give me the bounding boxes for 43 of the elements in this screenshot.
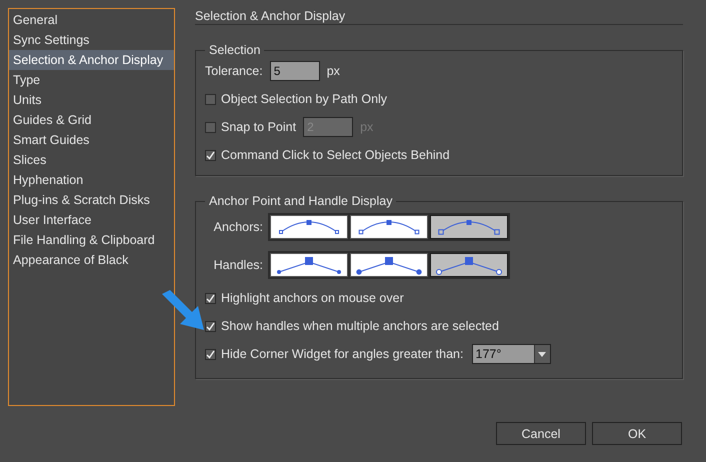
ok-button[interactable]: OK [592, 422, 682, 445]
handle-style-option[interactable] [430, 253, 508, 277]
group-title: Anchor Point and Handle Display [208, 194, 394, 208]
cancel-button[interactable]: Cancel [496, 422, 586, 445]
checkbox-label: Show handles when multiple anchors are selected [221, 319, 499, 333]
category-item[interactable]: General [9, 10, 174, 30]
category-item[interactable]: Guides & Grid [9, 110, 174, 130]
checkbox[interactable] [205, 150, 216, 160]
checkbox-label: Highlight anchors on mouse over [221, 291, 404, 305]
category-item[interactable]: User Interface [9, 210, 174, 230]
handles-label: Handles: [212, 258, 263, 272]
category-item[interactable]: Sync Settings [9, 30, 174, 50]
anchor-style-option[interactable] [430, 215, 508, 239]
checkbox[interactable] [205, 292, 216, 304]
category-item[interactable]: Slices [9, 150, 174, 170]
checkbox-label: Command Click to Select Objects Behind [221, 148, 450, 162]
category-item[interactable]: Smart Guides [9, 130, 174, 150]
checkbox-label: Snap to Point [221, 120, 296, 134]
anchor-style-option[interactable] [350, 215, 428, 239]
category-item[interactable]: Hyphenation [9, 170, 174, 190]
category-item[interactable]: Units [9, 90, 174, 110]
category-item[interactable]: Appearance of Black [9, 250, 174, 270]
handle-style-option[interactable] [350, 253, 428, 277]
tolerance-field[interactable]: 5 [270, 61, 320, 81]
checkbox[interactable] [205, 320, 216, 332]
anchors-label: Anchors: [212, 220, 263, 234]
handle-style-option[interactable] [270, 253, 348, 277]
checkbox[interactable] [205, 94, 216, 104]
arrow-icon [160, 290, 206, 332]
category-item[interactable]: Type [9, 70, 174, 90]
checkbox-label: Hide Corner Widget for angles greater than: [221, 347, 464, 361]
category-item[interactable]: File Handling & Clipboard [9, 230, 174, 250]
group-title: Selection [208, 43, 262, 57]
unit-label: px [326, 64, 340, 78]
checkbox-label: Object Selection by Path Only [221, 92, 388, 106]
tolerance-label: Tolerance: [205, 64, 263, 78]
category-item[interactable]: Plug-ins & Scratch Disks [9, 190, 174, 210]
page-title: Selection & Anchor Display [195, 8, 683, 25]
category-item[interactable]: Selection & Anchor Display [9, 50, 174, 70]
anchor-style-option[interactable] [270, 215, 348, 239]
checkbox[interactable] [205, 348, 216, 360]
caret-icon [538, 352, 546, 356]
angle-dropdown[interactable]: 177° [472, 344, 550, 364]
